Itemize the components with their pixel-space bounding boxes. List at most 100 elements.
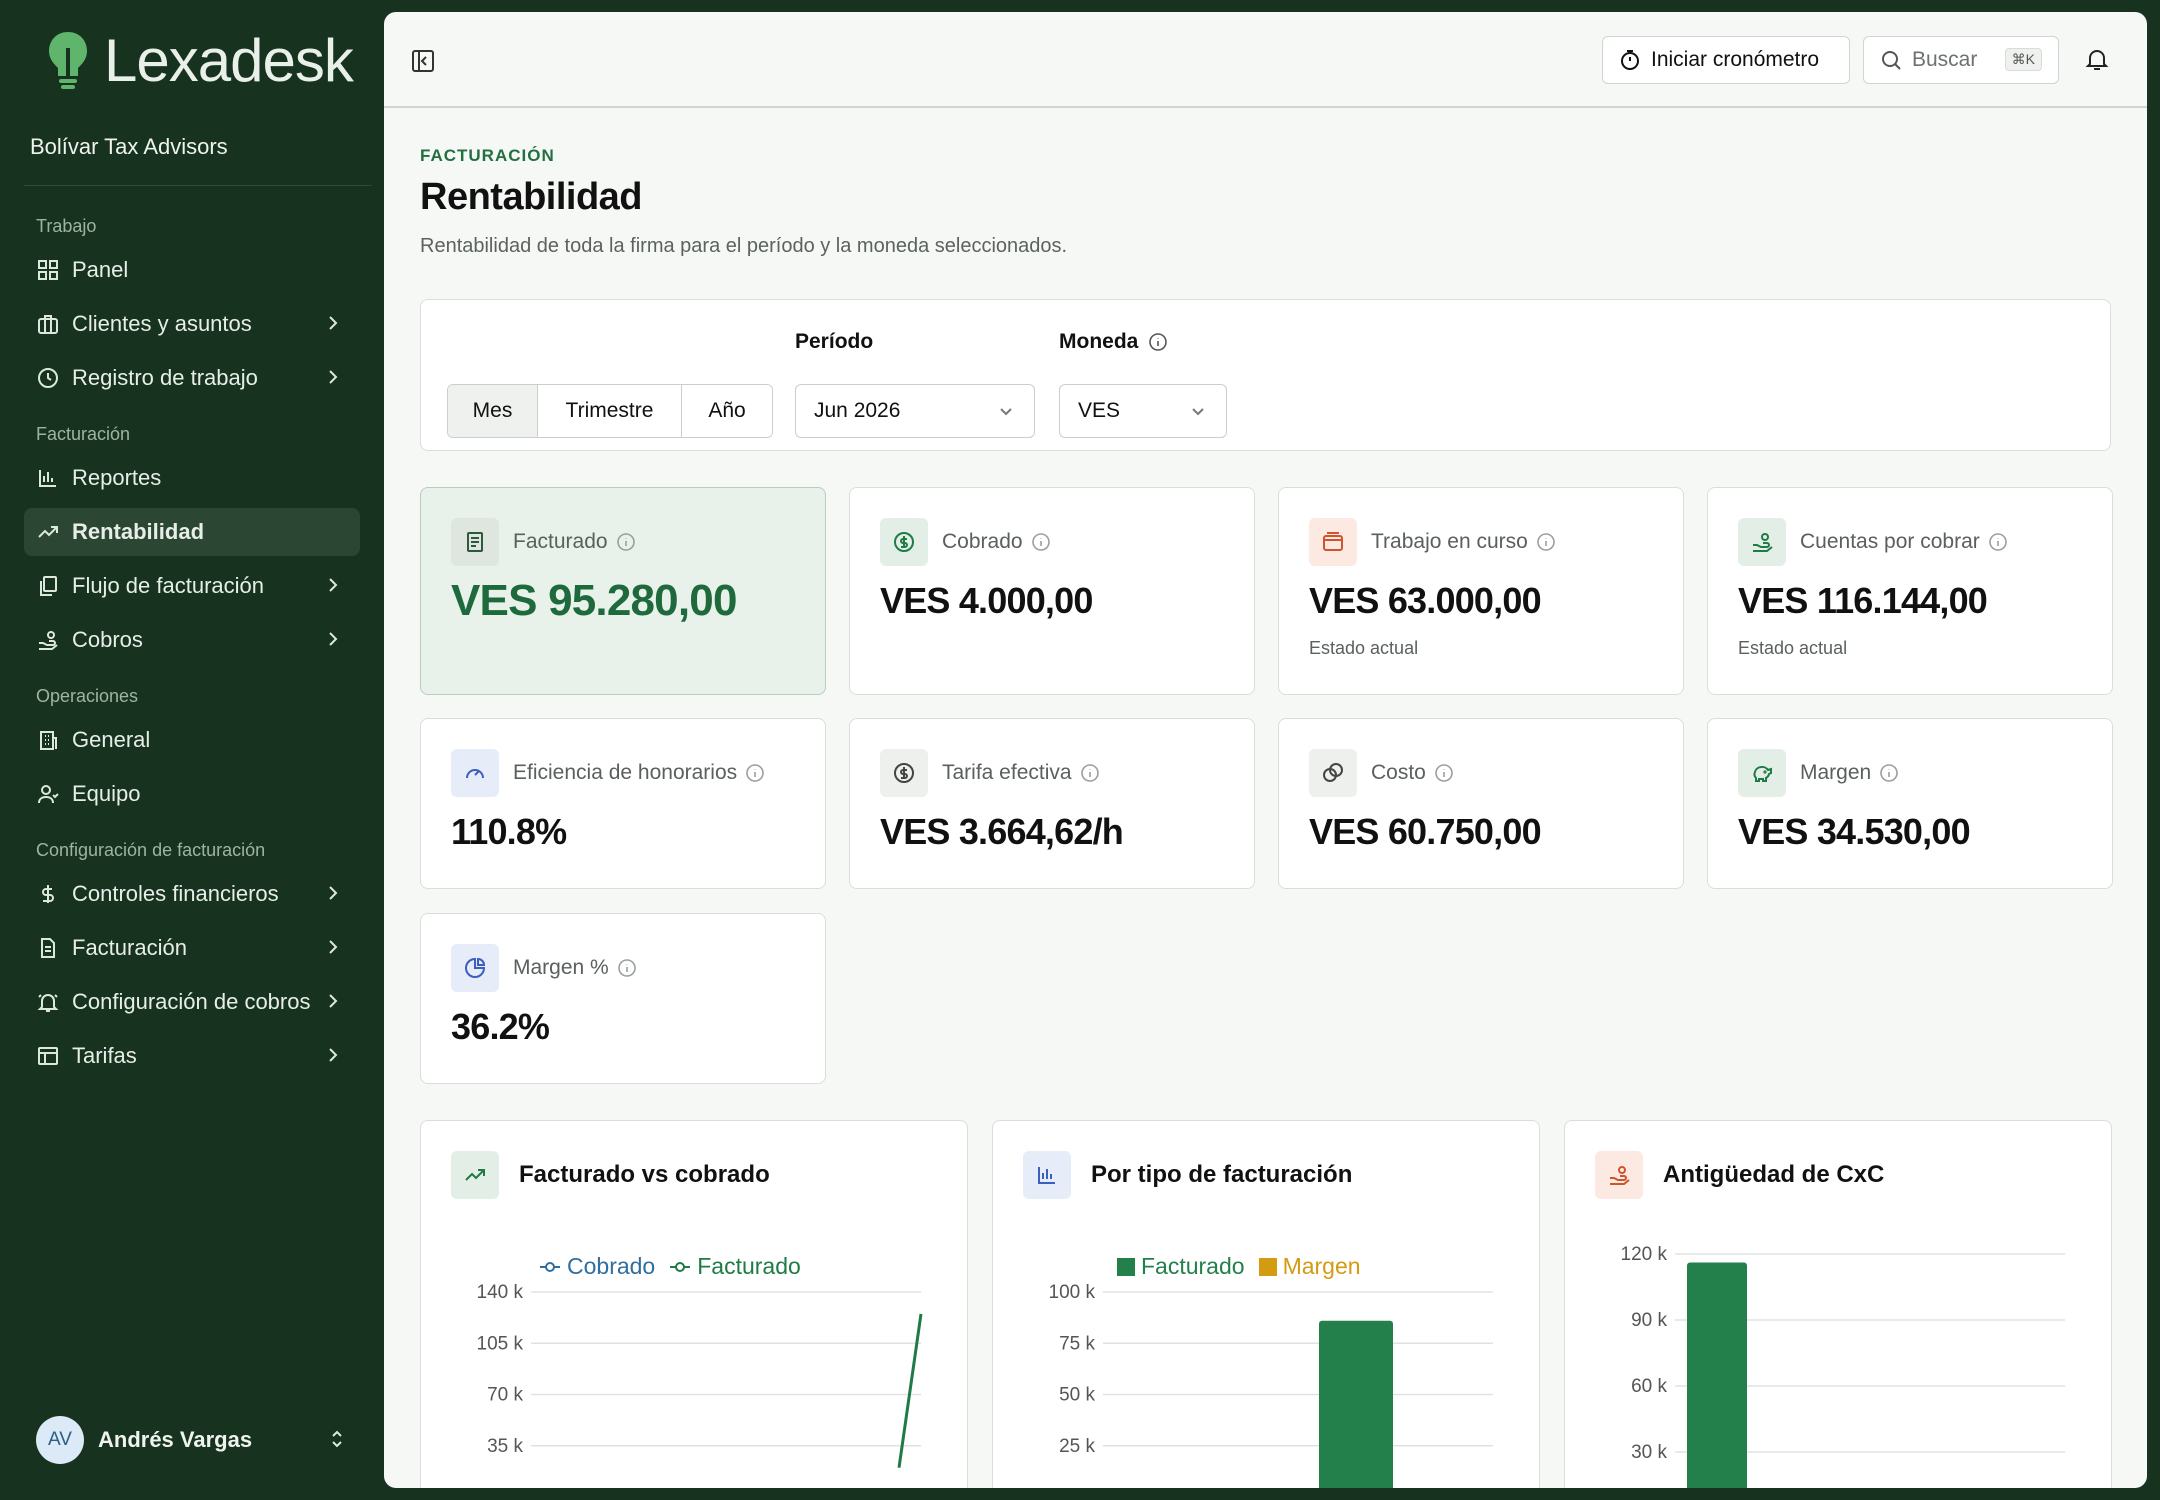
sidebar-item-general[interactable]: General: [24, 716, 360, 764]
info-icon[interactable]: [1434, 763, 1454, 783]
sidebar-item-tarifas[interactable]: Tarifas: [24, 1032, 360, 1080]
start-timer-label: Iniciar cronómetro: [1651, 48, 1820, 71]
kpi-card-margen-porcentaje[interactable]: Margen % 36.2%: [420, 913, 826, 1084]
kpi-label: Facturado: [513, 530, 608, 553]
kpi-header: Margen %: [451, 944, 637, 992]
kpi-card-facturado[interactable]: Facturado VES 95.280,00: [420, 487, 826, 695]
info-icon[interactable]: [1536, 532, 1556, 552]
bell-icon[interactable]: [2084, 46, 2110, 72]
granularity-trimestre[interactable]: Trimestre: [538, 385, 682, 437]
sidebar-item-facturacion[interactable]: Facturación: [24, 924, 360, 972]
info-icon[interactable]: [1080, 763, 1100, 783]
chevron-right-icon: [329, 994, 338, 1008]
info-icon[interactable]: [1148, 332, 1168, 352]
sidebar-item-label: General: [72, 727, 151, 752]
sidebar-item-label: Facturación: [72, 935, 187, 960]
sidebar-item-label: Tarifas: [72, 1043, 137, 1068]
currency-label: Moneda: [1059, 330, 1168, 354]
lightbulb-icon: [49, 31, 87, 89]
kpi-header: Facturado: [451, 518, 636, 566]
receipt-icon: [451, 518, 499, 566]
info-icon[interactable]: [1988, 532, 2008, 552]
kpi-card-eficiencia[interactable]: Eficiencia de honorarios 110.8%: [420, 718, 826, 889]
granularity-mes[interactable]: Mes: [448, 385, 538, 437]
chevron-down-icon: [1192, 408, 1204, 416]
user-menu[interactable]: AV Andrés Vargas: [36, 1416, 348, 1464]
nav-section-operaciones: Operaciones: [36, 686, 139, 706]
currency-label-text: Moneda: [1059, 330, 1139, 353]
kpi-header: Cobrado: [880, 518, 1051, 566]
y-tick-label: 30 k: [1631, 1442, 1667, 1463]
period-value: Jun 2026: [814, 399, 901, 422]
sidebar-divider: [24, 185, 372, 186]
users-icon: [36, 782, 60, 806]
period-select[interactable]: Jun 2026: [795, 384, 1035, 438]
sidebar-item-registro[interactable]: Registro de trabajo: [24, 354, 360, 402]
sidebar-item-clientes[interactable]: Clientes y asuntos: [24, 300, 360, 348]
page-title: Rentabilidad: [420, 176, 643, 218]
kpi-card-tarifa-efectiva[interactable]: Tarifa efectiva VES 3.664,62/h: [849, 718, 1255, 889]
grid-icon: [36, 258, 60, 282]
kpi-card-trabajo-en-curso[interactable]: Trabajo en curso VES 63.000,00 Estado ac…: [1278, 487, 1684, 695]
main-panel: Iniciar cronómetro Buscar ⌘K FACTURACIÓN…: [384, 12, 2147, 1488]
page-subtitle: Rentabilidad de toda la firma para el pe…: [420, 235, 1068, 257]
kpi-header: Eficiencia de honorarios: [451, 749, 765, 797]
bar-chart-icon: [36, 466, 60, 490]
search-placeholder: Buscar: [1912, 48, 1978, 71]
kpi-card-costo[interactable]: Costo VES 60.750,00: [1278, 718, 1684, 889]
period-label-text: Período: [795, 330, 874, 353]
granularity-segmented-control: Mes Trimestre Año: [447, 384, 773, 438]
kpi-note: Estado actual: [1738, 638, 1848, 658]
sidebar-item-flujo[interactable]: Flujo de facturación: [24, 562, 360, 610]
sidebar-item-reportes[interactable]: Reportes: [24, 454, 360, 502]
sidebar-toggle-icon[interactable]: [410, 48, 436, 74]
start-timer-button[interactable]: Iniciar cronómetro: [1602, 36, 1850, 84]
sidebar-nav: Trabajo Panel Clientes y asuntos Registr…: [24, 200, 360, 1080]
avatar: AV: [36, 1416, 84, 1464]
kpi-card-margen[interactable]: Margen VES 34.530,00: [1707, 718, 2113, 889]
chevron-right-icon: [329, 370, 338, 384]
kpi-value: VES 3.664,62/h: [880, 811, 1124, 852]
sidebar-item-label: Configuración de cobros: [72, 989, 311, 1014]
granularity-ano[interactable]: Año: [682, 385, 772, 437]
info-icon[interactable]: [1031, 532, 1051, 552]
sidebar: Lexadesk Bolívar Tax Advisors Trabajo Pa…: [0, 0, 384, 1500]
chevron-right-icon: [329, 940, 338, 954]
dollar-circle-icon: [880, 518, 928, 566]
y-tick-label: 90 k: [1631, 1310, 1667, 1331]
search-input[interactable]: Buscar ⌘K: [1863, 36, 2059, 84]
sidebar-item-label: Clientes y asuntos: [72, 311, 252, 336]
sidebar-item-panel[interactable]: Panel: [24, 246, 360, 294]
kpi-header: Trabajo en curso: [1309, 518, 1556, 566]
sidebar-item-config-cobros[interactable]: Configuración de cobros: [24, 978, 360, 1026]
clock-icon: [36, 366, 60, 390]
chart-card-por-tipo: Por tipo de facturación Facturado Margen…: [992, 1120, 1540, 1488]
logo[interactable]: Lexadesk: [46, 26, 354, 95]
info-icon[interactable]: [616, 532, 636, 552]
info-icon[interactable]: [745, 763, 765, 783]
kpi-card-cobrado[interactable]: Cobrado VES 4.000,00: [849, 487, 1255, 695]
kpi-label: Costo: [1371, 761, 1426, 784]
sidebar-item-cobros[interactable]: Cobros: [24, 616, 360, 664]
sidebar-item-rentabilidad[interactable]: Rentabilidad: [24, 508, 360, 556]
currency-select[interactable]: VES: [1059, 384, 1227, 438]
series-line-facturado: [897, 1313, 923, 1468]
sidebar-item-label: Flujo de facturación: [72, 573, 264, 598]
y-tick-label: 25 k: [1059, 1436, 1095, 1457]
sidebar-item-controles[interactable]: Controles financieros: [24, 870, 360, 918]
kpi-value: VES 116.144,00: [1738, 580, 1988, 621]
info-icon[interactable]: [1879, 763, 1899, 783]
y-tick-label: 50 k: [1059, 1385, 1095, 1406]
chevron-down-icon: [1000, 408, 1012, 416]
sidebar-item-label: Cobros: [72, 627, 143, 652]
building-icon: [36, 728, 60, 752]
kpi-value: VES 34.530,00: [1738, 811, 1971, 852]
kpi-card-cuentas-por-cobrar[interactable]: Cuentas por cobrar VES 116.144,00 Estado…: [1707, 487, 2113, 695]
sidebar-item-equipo[interactable]: Equipo: [24, 770, 360, 818]
nav-section-trabajo: Trabajo: [36, 216, 97, 236]
badge-dollar-icon: [880, 749, 928, 797]
y-tick-label: 120 k: [1621, 1244, 1668, 1265]
kpi-label: Cuentas por cobrar: [1800, 530, 1980, 553]
firm-name[interactable]: Bolívar Tax Advisors: [30, 134, 228, 160]
info-icon[interactable]: [617, 958, 637, 978]
